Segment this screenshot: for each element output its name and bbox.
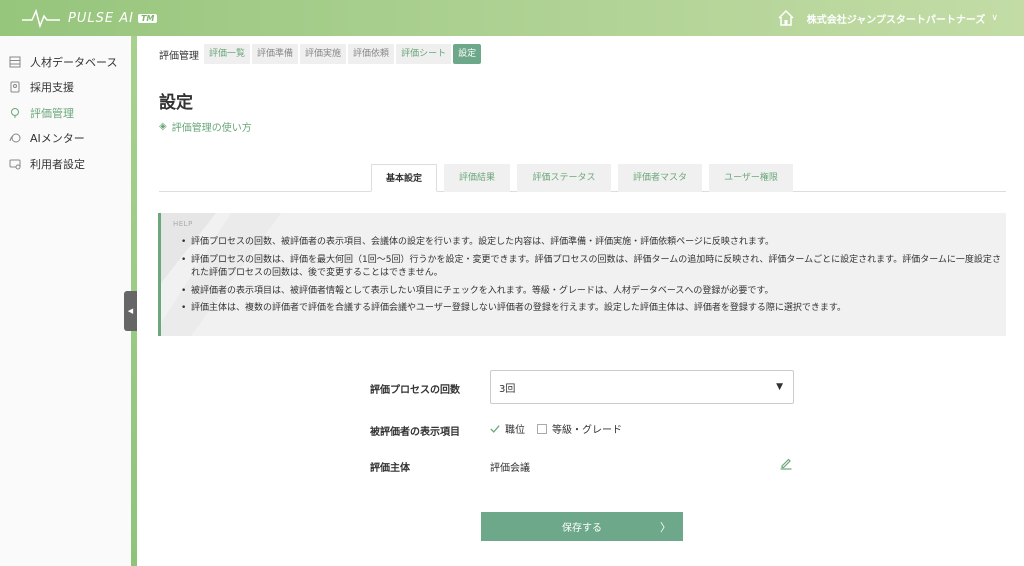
display-items-label: 被評価者の表示項目 <box>370 427 460 438</box>
header-right: 株式会社ジャンプスタートパートナーズ ∨ <box>777 0 998 36</box>
sidebar: 人材データベース 採用支援 評価管理 AIメンター 利用者設定 <box>0 36 131 566</box>
tab-basic-settings[interactable]: 基本設定 <box>371 164 437 192</box>
process-count-select[interactable]: 3回 ▼ <box>490 370 794 404</box>
sidebar-item-label: 人材データベース <box>30 55 118 69</box>
save-button[interactable]: 保存する 〉 <box>481 512 683 541</box>
tab-evaluator-master[interactable]: 評価者マスタ <box>618 164 702 192</box>
guide-icon: ◈ <box>159 121 167 132</box>
evaluation-icon <box>8 106 22 120</box>
sidebar-item-evaluation[interactable]: 評価管理 <box>0 100 131 126</box>
process-count-value: 3回 <box>499 383 516 395</box>
sidebar-item-database[interactable]: 人材データベース <box>0 49 131 75</box>
database-icon <box>8 55 22 69</box>
main-content: 評価管理 評価一覧 評価準備 評価実施 評価依頼 評価シート 設定 設定 ◈ 評… <box>137 36 1024 566</box>
recruit-icon <box>8 80 22 94</box>
pulse-wave-icon <box>22 8 60 28</box>
breadcrumb-preparation[interactable]: 評価準備 <box>252 44 299 64</box>
entity-label: 評価主体 <box>370 463 410 474</box>
sidebar-item-user-settings[interactable]: 利用者設定 <box>0 151 131 177</box>
help-list: 評価プロセスの回数、被評価者の表示項目、会議体の設定を行います。設定した内容は、… <box>179 236 1004 320</box>
user-settings-icon <box>8 157 22 171</box>
display-items-group: 職位 等級・グレード <box>490 421 634 436</box>
breadcrumb-request[interactable]: 評価依頼 <box>348 44 395 64</box>
breadcrumb-settings[interactable]: 設定 <box>453 44 482 64</box>
breadcrumb-sheet[interactable]: 評価シート <box>396 44 452 64</box>
settings-tabs: 基本設定 評価結果 評価ステータス 評価者マスタ ユーザー権限 <box>159 164 1006 192</box>
home-icon[interactable] <box>777 9 795 27</box>
help-box: HELP 評価プロセスの回数、被評価者の表示項目、会議体の設定を行います。設定し… <box>158 213 1006 336</box>
help-item: 評価プロセスの回数は、評価を最大何回（1回〜5回）行うかを設定・変更できます。評… <box>179 254 1004 281</box>
page-title: 設定 <box>159 93 193 113</box>
app-logo[interactable]: PULSE AI TM <box>22 8 158 28</box>
breadcrumb: 評価管理 評価一覧 評価準備 評価実施 評価依頼 評価シート 設定 <box>159 44 483 64</box>
checkmark-icon <box>490 423 500 434</box>
chevron-down-icon[interactable]: ∨ <box>991 13 998 23</box>
sidebar-item-label: 評価管理 <box>30 106 74 120</box>
breadcrumb-evaluation-list[interactable]: 評価一覧 <box>204 44 251 64</box>
sidebar-collapse-button[interactable]: ◀ <box>124 291 137 331</box>
empty-checkbox-icon <box>537 423 547 434</box>
checkbox-label: 職位 <box>505 425 525 436</box>
mentor-icon <box>8 131 22 145</box>
entity-value: 評価会議 <box>490 463 530 474</box>
help-item: 被評価者の表示項目は、被評価者情報として表示したい項目にチェックを入れます。等級… <box>179 285 1004 299</box>
save-button-label: 保存する <box>562 523 602 534</box>
help-item: 評価プロセスの回数、被評価者の表示項目、会議体の設定を行います。設定した内容は、… <box>179 236 1004 250</box>
process-count-label: 評価プロセスの回数 <box>370 385 460 396</box>
sidebar-item-label: AIメンター <box>30 132 85 146</box>
tab-evaluation-status[interactable]: 評価ステータス <box>517 164 611 192</box>
help-item: 評価主体は、複数の評価者で評価を合議する評価会議やユーザー登録しない評価者の登録… <box>179 302 1004 316</box>
checkbox-grade[interactable]: 等級・グレード <box>537 421 622 436</box>
sidebar-item-mentor[interactable]: AIメンター <box>0 126 131 152</box>
logo-tm: TM <box>137 13 158 23</box>
breadcrumb-home[interactable]: 評価管理 <box>159 47 199 62</box>
guide-link-label: 評価管理の使い方 <box>171 123 252 134</box>
guide-link[interactable]: ◈ 評価管理の使い方 <box>159 119 252 134</box>
tab-evaluation-results[interactable]: 評価結果 <box>444 164 510 192</box>
help-label: HELP <box>173 220 193 228</box>
tab-user-permissions[interactable]: ユーザー権限 <box>709 164 793 192</box>
breadcrumb-execution[interactable]: 評価実施 <box>300 44 347 64</box>
sidebar-item-recruit[interactable]: 採用支援 <box>0 75 131 101</box>
chevron-right-icon: 〉 <box>660 521 671 534</box>
sidebar-item-label: 採用支援 <box>30 81 74 95</box>
company-name[interactable]: 株式会社ジャンプスタートパートナーズ <box>807 11 986 26</box>
logo-text: PULSE AI <box>68 10 134 26</box>
checkbox-label: 等級・グレード <box>552 425 622 436</box>
pencil-edit-icon[interactable] <box>779 456 793 470</box>
chevron-left-icon: ◀ <box>127 307 134 315</box>
checkbox-position[interactable]: 職位 <box>490 421 525 436</box>
top-header: PULSE AI TM 株式会社ジャンプスタートパートナーズ ∨ <box>0 0 1024 36</box>
sidebar-item-label: 利用者設定 <box>30 157 85 171</box>
dropdown-caret-icon: ▼ <box>776 382 783 392</box>
